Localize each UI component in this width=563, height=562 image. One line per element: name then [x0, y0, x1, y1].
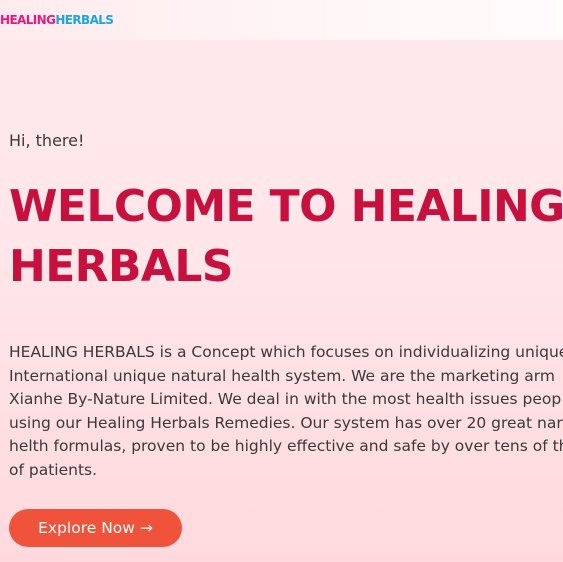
hero-description-line: HEALING HERBALS is a Concept which focus… — [9, 343, 563, 361]
hero-description-line: International unique natural health syst… — [9, 366, 555, 385]
logo-text-healing: HEALING — [0, 13, 56, 27]
brand-logo[interactable]: HEALINGHERBALS — [0, 12, 114, 28]
hero-description-line: Xianhe By-Nature Limited. We deal in wit… — [9, 390, 562, 408]
logo-text-herbals: HERBALS — [55, 13, 114, 27]
hero-headline: WELCOME TO HEALING HERBALS — [9, 177, 563, 297]
hero-description-line: helth formulas, proven to be highly effe… — [9, 437, 563, 455]
hero-headline-line-2: HERBALS — [9, 241, 233, 292]
hero-description-line: using our Healing Herbals Remedies. Our … — [9, 413, 563, 432]
hero-description-line: of patients. — [9, 460, 98, 479]
hero-greeting: Hi, there! — [9, 131, 85, 150]
explore-now-button[interactable]: Explore Now → — [9, 509, 182, 547]
top-navbar: HEALINGHERBALS — [0, 0, 563, 40]
hero-description: HEALING HERBALS is a Concept which focus… — [9, 341, 563, 482]
hero-headline-line-1: WELCOME TO HEALING — [9, 181, 563, 232]
